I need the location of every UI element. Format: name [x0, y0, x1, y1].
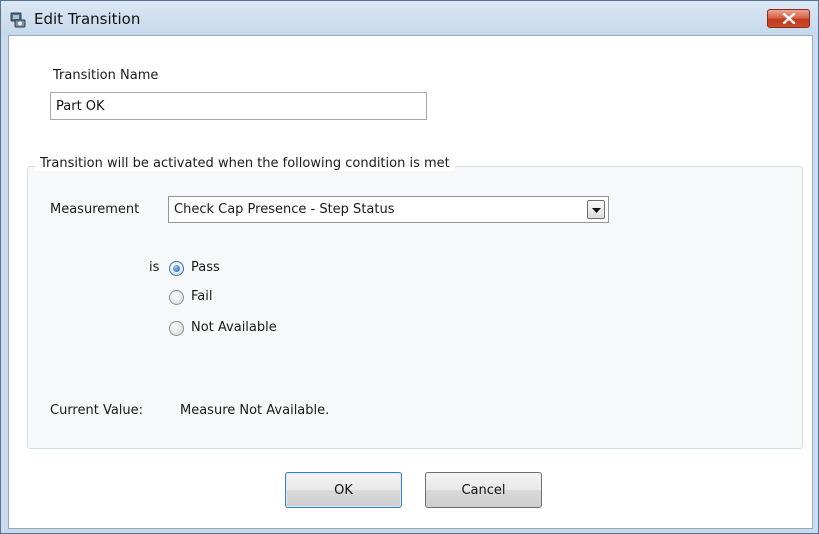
dropdown-button[interactable] — [587, 200, 605, 219]
window-title: Edit Transition — [34, 10, 141, 28]
is-label: is — [149, 260, 160, 275]
radio-button-not-available[interactable] — [169, 321, 184, 336]
current-value-label: Current Value: — [50, 403, 144, 418]
radio-selected-dot — [173, 265, 180, 272]
radio-label-pass: Pass — [191, 260, 220, 275]
current-value-text: Measure Not Available. — [180, 403, 330, 418]
close-button[interactable] — [767, 9, 810, 28]
ok-button[interactable]: OK — [285, 472, 402, 508]
measurement-label: Measurement — [50, 202, 140, 217]
radio-label-not-available: Not Available — [191, 320, 277, 335]
app-icon — [10, 12, 26, 28]
measurement-dropdown[interactable]: Check Cap Presence - Step Status — [168, 196, 609, 223]
transition-name-label: Transition Name — [53, 68, 159, 83]
radio-button-fail[interactable] — [169, 290, 184, 305]
close-icon — [782, 13, 796, 24]
cancel-button[interactable]: Cancel — [425, 472, 542, 508]
title-bar[interactable]: Edit Transition — [1, 1, 818, 35]
edit-transition-dialog: Edit Transition Transition Name Transiti… — [0, 0, 819, 534]
radio-button-pass[interactable] — [169, 261, 184, 276]
dialog-body: Transition Name Transition will be activ… — [8, 35, 813, 529]
transition-name-input[interactable] — [50, 92, 427, 120]
radio-label-fail: Fail — [191, 289, 213, 304]
chevron-down-icon — [592, 208, 601, 213]
measurement-selected-value: Check Cap Presence - Step Status — [174, 202, 395, 217]
condition-group-legend: Transition will be activated when the fo… — [35, 156, 455, 171]
